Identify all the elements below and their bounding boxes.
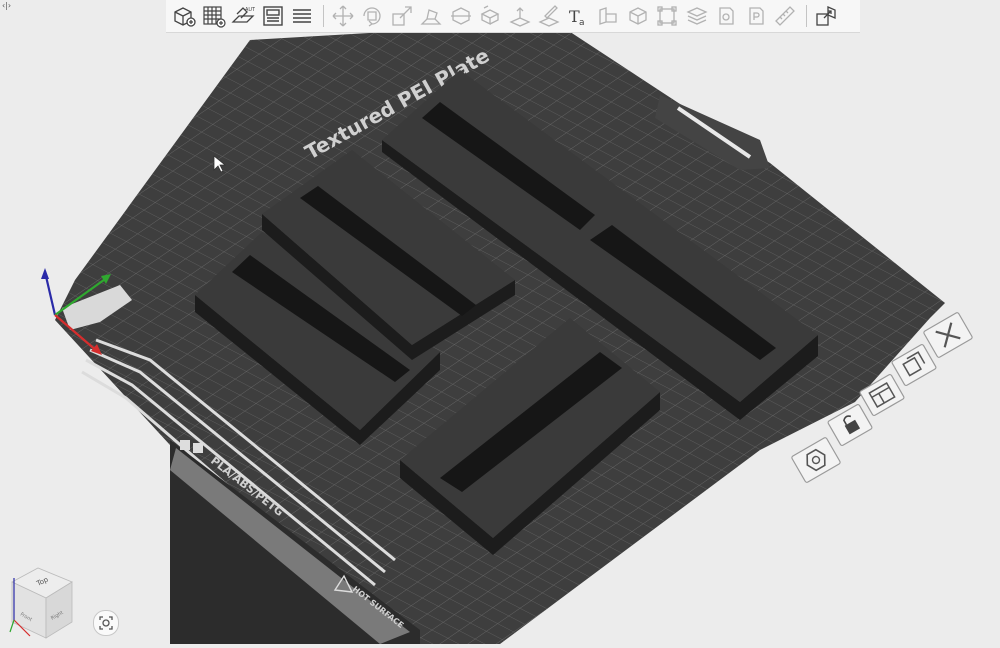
slice-layers-button[interactable] bbox=[288, 2, 316, 30]
fit-bbox-button[interactable] bbox=[653, 2, 681, 30]
measure-icon bbox=[599, 7, 617, 25]
text-icon: Ta bbox=[569, 7, 585, 28]
layout-icon bbox=[262, 6, 283, 26]
move-button[interactable] bbox=[329, 2, 357, 30]
view-cube[interactable]: Top Front Right bbox=[2, 560, 82, 644]
3d-viewport[interactable]: Textured PEI Plate PLA/ABS/PETG HOT SURF… bbox=[0, 0, 1000, 644]
measure-button[interactable] bbox=[594, 2, 622, 30]
split-objects-button[interactable] bbox=[712, 2, 740, 30]
assembly-view-icon bbox=[815, 6, 836, 26]
lock-plate-button[interactable] bbox=[827, 404, 873, 446]
layout-plates-button[interactable] bbox=[259, 2, 287, 30]
focus-target-icon bbox=[99, 616, 113, 630]
svg-text:a: a bbox=[579, 18, 585, 28]
rotate-button[interactable] bbox=[358, 2, 386, 30]
bounding-box-icon bbox=[657, 6, 677, 26]
auto-orient-button[interactable]: AUTO bbox=[229, 2, 257, 30]
variable-layer-button[interactable] bbox=[683, 2, 711, 30]
toolbar-separator bbox=[322, 5, 324, 27]
assemble-view-button[interactable] bbox=[812, 2, 840, 30]
add-object-button[interactable] bbox=[170, 2, 198, 30]
move-arrows-icon bbox=[332, 5, 353, 27]
cut-button[interactable] bbox=[447, 2, 475, 30]
paint-brush-icon bbox=[538, 5, 560, 27]
toolbar-separator bbox=[805, 5, 807, 27]
cut-cube-icon bbox=[450, 7, 471, 25]
variable-layers-icon bbox=[685, 7, 708, 25]
auto-arrange-plate-button[interactable] bbox=[891, 344, 937, 386]
slice-plate-button[interactable] bbox=[791, 437, 841, 483]
sidebar-collapse-toggle[interactable]: ‹|› bbox=[2, 1, 12, 11]
split-parts-icon bbox=[748, 7, 764, 25]
main-toolbar: AUTO Ta bbox=[166, 0, 860, 33]
text-tool-button[interactable]: Ta bbox=[565, 2, 593, 30]
arrange-grid-button[interactable] bbox=[200, 2, 228, 30]
lay-on-face-button[interactable] bbox=[417, 2, 445, 30]
support-paint-button[interactable] bbox=[476, 2, 504, 30]
svg-text:AUTO: AUTO bbox=[245, 7, 255, 13]
split-parts-button[interactable] bbox=[742, 2, 770, 30]
seam-paint-button[interactable] bbox=[506, 2, 534, 30]
orient-icon: AUTO bbox=[231, 7, 255, 23]
layers-lines-icon bbox=[293, 9, 311, 23]
ruler-icon bbox=[775, 6, 795, 26]
seam-paint-icon bbox=[508, 7, 531, 27]
scale-button[interactable] bbox=[388, 2, 416, 30]
grid-add-icon bbox=[202, 6, 226, 28]
close-plate-button[interactable] bbox=[923, 312, 973, 358]
split-objects-icon bbox=[719, 7, 734, 25]
plate-settings-button[interactable] bbox=[859, 374, 905, 416]
ruler-button[interactable] bbox=[771, 2, 799, 30]
rotate-icon bbox=[363, 7, 381, 27]
scale-icon bbox=[391, 6, 412, 26]
add-cube-icon bbox=[174, 7, 196, 27]
fit-view-button[interactable] bbox=[93, 610, 119, 636]
lay-flat-icon bbox=[420, 9, 442, 25]
assembly-button[interactable] bbox=[624, 2, 652, 30]
color-paint-button[interactable] bbox=[535, 2, 563, 30]
cube-outline-icon bbox=[628, 7, 647, 25]
support-paint-icon bbox=[480, 5, 500, 26]
